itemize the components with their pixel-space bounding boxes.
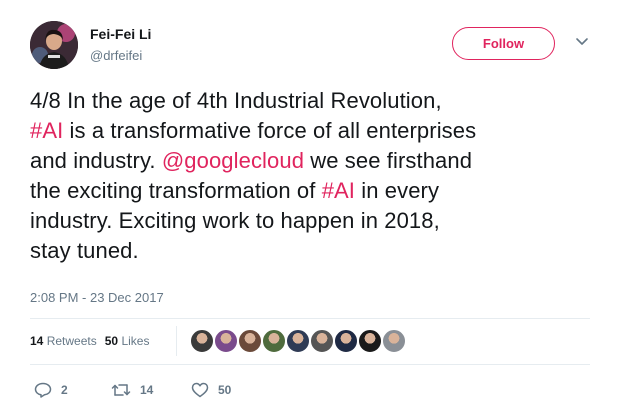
tweet-text-segment: 4/8 In the age of 4th Industrial Revolut…	[30, 88, 442, 113]
divider	[30, 318, 590, 319]
author-avatar[interactable]	[30, 21, 78, 69]
retweets-label: Retweets	[46, 334, 97, 348]
tweet-timestamp[interactable]: 2:08 PM - 23 Dec 2017	[30, 290, 164, 305]
tweet-text-segment: industry. Exciting work to happen in 201…	[30, 208, 440, 233]
tweet-text-line: #AI is a transformative force of all ent…	[30, 116, 610, 146]
like-count: 50	[218, 383, 232, 397]
tweet-text-segment: and industry.	[30, 148, 162, 173]
tweet-text-segment: we see firsthand	[304, 148, 473, 173]
likes-count: 50	[104, 334, 119, 348]
retweet-icon	[111, 384, 131, 396]
hashtag-link[interactable]: #AI	[322, 178, 355, 203]
tweet-text-segment: the exciting transformation of	[30, 178, 322, 203]
liker-avatar-6[interactable]	[310, 329, 334, 353]
like-button[interactable]: 50	[191, 380, 231, 400]
liker-avatar-4[interactable]	[262, 329, 286, 353]
tweet-text-segment: in every	[355, 178, 440, 203]
reply-count: 2	[61, 383, 68, 397]
retweets-count: 14	[30, 334, 44, 348]
tweet-text-segment: stay tuned.	[30, 238, 139, 263]
liker-avatar-8[interactable]	[358, 329, 382, 353]
mention-link[interactable]: @googlecloud	[162, 148, 304, 173]
chevron-down-icon[interactable]	[575, 37, 589, 47]
heart-icon	[191, 382, 209, 398]
follow-button[interactable]: Follow	[452, 27, 555, 60]
tweet-text: 4/8 In the age of 4th Industrial Revolut…	[30, 86, 610, 266]
tweet-text-line: industry. Exciting work to happen in 201…	[30, 206, 610, 236]
likes-stat[interactable]: 50 Likes	[105, 334, 150, 348]
tweet-text-line: 4/8 In the age of 4th Industrial Revolut…	[30, 86, 610, 116]
liker-avatar-1[interactable]	[190, 329, 214, 353]
author-handle[interactable]: @drfeifei	[90, 48, 142, 63]
tweet-text-segment: is a transformative force of all enterpr…	[63, 118, 477, 143]
liker-avatar-7[interactable]	[334, 329, 358, 353]
retweet-button[interactable]: 14	[111, 380, 153, 400]
liker-avatar-2[interactable]	[214, 329, 238, 353]
reply-button[interactable]: 2	[34, 380, 68, 400]
retweet-count: 14	[140, 383, 154, 397]
stats-divider	[176, 326, 177, 356]
reply-icon	[34, 382, 52, 398]
hashtag-link[interactable]: #AI	[30, 118, 63, 143]
author-name[interactable]: Fei-Fei Li	[90, 26, 151, 42]
tweet-text-line: and industry. @googlecloud we see firsth…	[30, 146, 610, 176]
liker-avatar-3[interactable]	[238, 329, 262, 353]
liker-avatar-5[interactable]	[286, 329, 310, 353]
engagement-stats: 14 Retweets 50 Likes	[30, 334, 149, 348]
tweet-text-line: stay tuned.	[30, 236, 610, 266]
avatar-image	[30, 21, 78, 69]
divider	[30, 364, 590, 365]
tweet-card: Fei-Fei Li @drfeifei Follow 4/8 In the a…	[0, 0, 625, 405]
likes-label: Likes	[121, 334, 150, 348]
liker-avatar-9[interactable]	[382, 329, 406, 353]
retweets-stat[interactable]: 14 Retweets	[30, 334, 97, 348]
tweet-text-line: the exciting transformation of #AI in ev…	[30, 176, 610, 206]
